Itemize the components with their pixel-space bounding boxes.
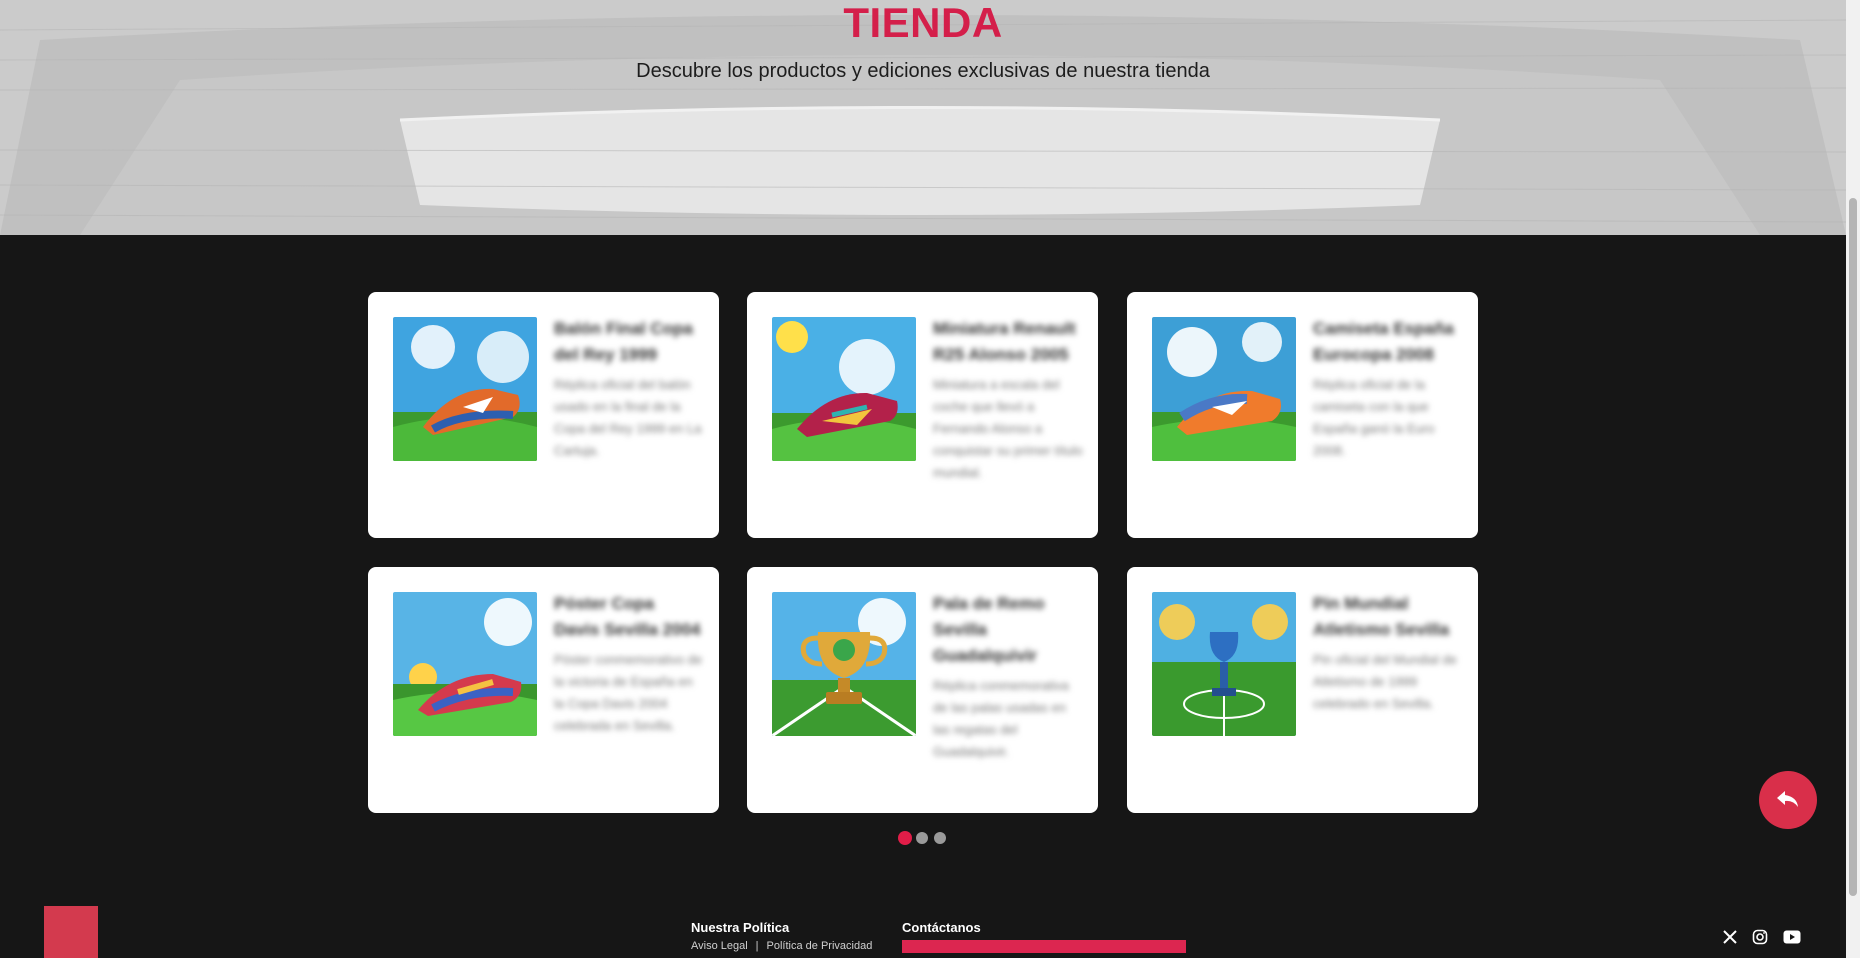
legal-notice-link[interactable]: Aviso Legal (691, 940, 748, 952)
page-subtitle: Descubre los productos y ediciones exclu… (636, 60, 1210, 82)
product-description: Pin oficial del Mundial de Atletismo de … (1313, 652, 1457, 711)
product-title: Camiseta España Eurocopa 2008 (1313, 319, 1454, 364)
product-title: Balón Final Copa del Rey 1999 (554, 319, 693, 364)
footer-links: Aviso Legal | Política de Privacidad (691, 940, 872, 952)
product-title: Miniatura Renault R25 Alonso 2005 (933, 319, 1076, 364)
back-button[interactable] (1759, 771, 1817, 829)
product-description: Póster conmemorativo de la victoria de E… (554, 652, 703, 733)
scrollbar-thumb[interactable] (1849, 198, 1857, 896)
product-card[interactable]: Pala de Remo Sevilla Guadalquivir Réplic… (747, 567, 1098, 813)
product-card[interactable]: Camiseta España Eurocopa 2008 Réplica of… (1127, 292, 1478, 538)
boot-icon (393, 317, 537, 461)
product-card[interactable]: Miniatura Renault R25 Alonso 2005 Miniat… (747, 292, 1098, 538)
page-title: TIENDA (843, 0, 1003, 46)
product-card[interactable]: Balón Final Copa del Rey 1999 Réplica of… (368, 292, 719, 538)
x-icon[interactable] (1720, 927, 1740, 947)
instagram-icon[interactable] (1750, 927, 1770, 947)
carousel-dot-2[interactable] (916, 832, 928, 844)
contact-heading: Contáctanos (902, 920, 981, 935)
undo-arrow-icon (1777, 791, 1798, 807)
product-description: Miniatura a escala del coche que llevó a… (933, 377, 1083, 480)
boot-icon (1152, 317, 1296, 461)
product-card[interactable]: Pin Mundial Atletismo Sevilla Pin oficia… (1127, 567, 1478, 813)
boot-icon (393, 592, 537, 736)
policy-heading: Nuestra Política (691, 920, 790, 935)
hero-banner: TIENDA Descubre los productos y edicione… (0, 0, 1846, 235)
product-title: Póster Copa Davis Sevilla 2004 (554, 594, 701, 639)
privacy-policy-link[interactable]: Política de Privacidad (767, 940, 873, 952)
youtube-icon[interactable] (1782, 927, 1802, 947)
carousel-dot-3[interactable] (934, 832, 946, 844)
product-description: Réplica conmemorativa de las palas usada… (933, 678, 1069, 759)
carousel-dot-1[interactable] (898, 831, 912, 845)
boot-icon (772, 317, 916, 461)
footer-logo[interactable] (44, 906, 98, 958)
trophy-icon (772, 592, 916, 736)
product-description: Réplica oficial de la camiseta con la qu… (1313, 377, 1435, 458)
product-title: Pala de Remo Sevilla Guadalquivir (933, 594, 1045, 665)
product-title: Pin Mundial Atletismo Sevilla (1313, 594, 1450, 639)
contact-bar[interactable] (902, 940, 1186, 953)
scrollbar[interactable] (1846, 0, 1860, 958)
product-card[interactable]: Póster Copa Davis Sevilla 2004 Póster co… (368, 567, 719, 813)
trophy-icon (1152, 592, 1296, 736)
link-separator: | (755, 940, 759, 952)
product-description: Réplica oficial del balón usado en la fi… (554, 377, 702, 458)
